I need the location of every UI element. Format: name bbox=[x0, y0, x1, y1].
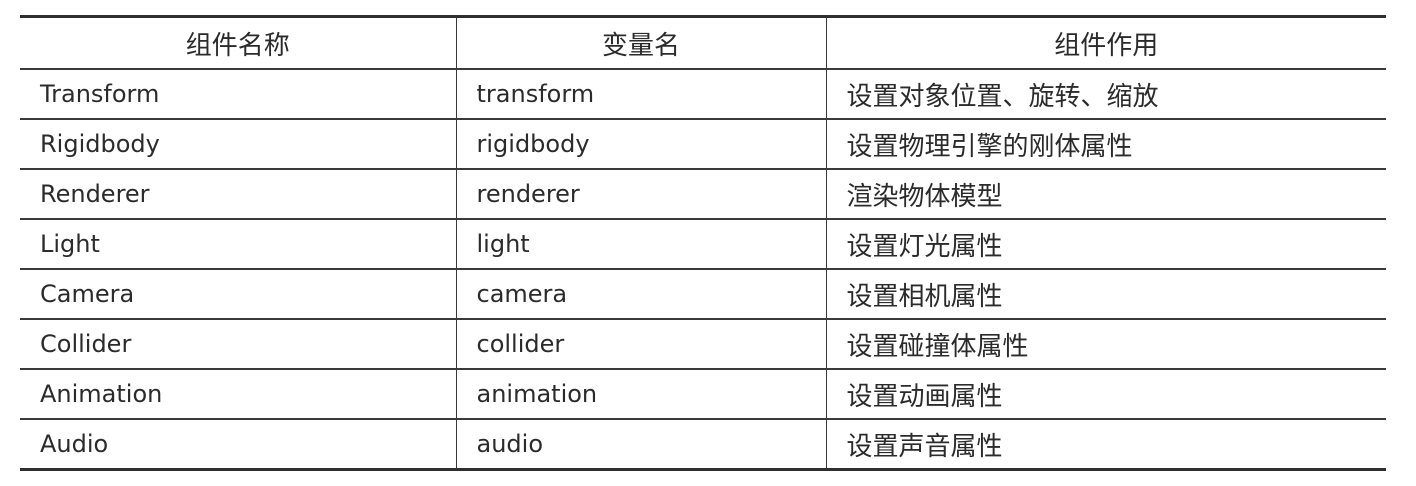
table-row: Rigidbody rigidbody 设置物理引擎的刚体属性 bbox=[20, 119, 1386, 170]
cell-variable: light bbox=[455, 219, 826, 270]
cell-component: Renderer bbox=[20, 169, 456, 220]
table-row: Audio audio 设置声音属性 bbox=[20, 419, 1386, 471]
cell-variable: transform bbox=[455, 69, 826, 120]
cell-purpose: 渲染物体模型 bbox=[825, 169, 1386, 220]
cell-purpose: 设置灯光属性 bbox=[825, 219, 1386, 270]
cell-component: Animation bbox=[20, 369, 456, 420]
cell-variable: rigidbody bbox=[455, 119, 826, 170]
header-component-purpose: 组件作用 bbox=[825, 16, 1386, 70]
cell-component: Transform bbox=[20, 69, 456, 120]
cell-component: Rigidbody bbox=[20, 119, 456, 170]
cell-purpose: 设置相机属性 bbox=[825, 269, 1386, 320]
cell-component: Light bbox=[20, 219, 456, 270]
header-variable-name: 变量名 bbox=[455, 16, 826, 70]
table-row: Light light 设置灯光属性 bbox=[20, 219, 1386, 270]
table-row: Collider collider 设置碰撞体属性 bbox=[20, 319, 1386, 370]
cell-component: Camera bbox=[20, 269, 456, 320]
cell-variable: camera bbox=[455, 269, 826, 320]
cell-variable: animation bbox=[455, 369, 826, 420]
cell-variable: collider bbox=[455, 319, 826, 370]
cell-variable: audio bbox=[455, 419, 826, 471]
table-row: Camera camera 设置相机属性 bbox=[20, 269, 1386, 320]
cell-purpose: 设置动画属性 bbox=[825, 369, 1386, 420]
table-row: Animation animation 设置动画属性 bbox=[20, 369, 1386, 420]
cell-component: Audio bbox=[20, 419, 456, 471]
cell-purpose: 设置物理引擎的刚体属性 bbox=[825, 119, 1386, 170]
component-table: 组件名称 变量名 组件作用 Transform transform 设置对象位置… bbox=[20, 15, 1386, 471]
component-table-container: 组件名称 变量名 组件作用 Transform transform 设置对象位置… bbox=[20, 15, 1386, 471]
header-component-name: 组件名称 bbox=[20, 16, 456, 70]
table-row: Renderer renderer 渲染物体模型 bbox=[20, 169, 1386, 220]
table-header: 组件名称 变量名 组件作用 bbox=[20, 16, 1386, 70]
table-row: Transform transform 设置对象位置、旋转、缩放 bbox=[20, 69, 1386, 120]
table-body: Transform transform 设置对象位置、旋转、缩放 Rigidbo… bbox=[20, 69, 1386, 471]
cell-purpose: 设置声音属性 bbox=[825, 419, 1386, 471]
cell-variable: renderer bbox=[455, 169, 826, 220]
cell-purpose: 设置碰撞体属性 bbox=[825, 319, 1386, 370]
header-row: 组件名称 变量名 组件作用 bbox=[20, 16, 1386, 70]
cell-purpose: 设置对象位置、旋转、缩放 bbox=[825, 69, 1386, 120]
cell-component: Collider bbox=[20, 319, 456, 370]
